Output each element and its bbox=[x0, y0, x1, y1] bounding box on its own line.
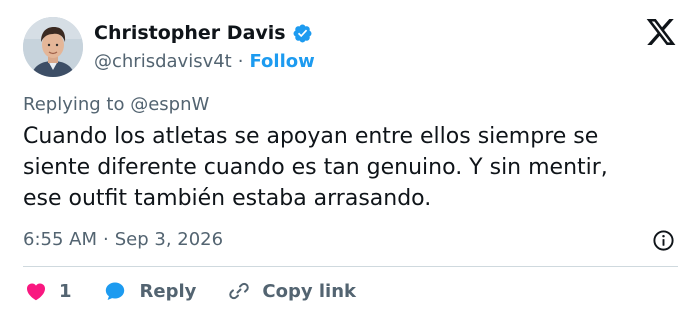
tweet-text: Cuando los atletas se apoyan entre ellos… bbox=[23, 121, 683, 214]
like-count: 1 bbox=[59, 280, 72, 302]
timestamp-row: 6:55 AM · Sep 3, 2026 bbox=[23, 227, 223, 253]
name-row: Christopher Davis bbox=[94, 20, 313, 46]
avatar-photo bbox=[23, 17, 83, 77]
replying-to: Replying to @espnW bbox=[23, 92, 209, 118]
avatar[interactable] bbox=[23, 17, 83, 77]
copy-link-label: Copy link bbox=[262, 280, 356, 302]
like-button[interactable]: 1 bbox=[23, 279, 72, 303]
x-logo-icon[interactable] bbox=[644, 16, 678, 48]
verified-badge-icon bbox=[293, 24, 312, 42]
follow-button[interactable]: Follow bbox=[249, 51, 314, 72]
reply-mention-link[interactable]: @espnW bbox=[130, 94, 209, 115]
tweet-text-line: Cuando los atletas se apoyan entre ellos… bbox=[23, 124, 599, 149]
copy-link-button[interactable]: Copy link bbox=[226, 279, 356, 303]
replying-prefix: Replying to bbox=[23, 94, 125, 115]
reply-button[interactable]: Reply bbox=[102, 279, 197, 303]
reply-label: Reply bbox=[139, 280, 197, 302]
tweet-card: Christopher Davis @chrisdavisv4t · Follo… bbox=[0, 0, 700, 318]
tweet-text-line: ese outfit también estaba arrasando. bbox=[23, 186, 432, 211]
tweet-time[interactable]: 6:55 AM bbox=[23, 227, 97, 253]
info-icon[interactable] bbox=[652, 229, 675, 252]
tweet-date[interactable]: Sep 3, 2026 bbox=[115, 227, 223, 253]
handle-separator: · bbox=[237, 50, 244, 72]
reply-bubble-icon bbox=[105, 282, 124, 300]
action-bar: 1 Reply Copy link bbox=[23, 276, 356, 306]
handle-row: @chrisdavisv4t · Follow bbox=[94, 48, 315, 74]
tweet-text-line: siente diferente cuando es tan genuino. … bbox=[23, 155, 608, 180]
link-icon bbox=[229, 282, 250, 300]
heart-icon bbox=[27, 283, 45, 301]
display-name[interactable]: Christopher Davis bbox=[94, 20, 286, 46]
divider bbox=[23, 266, 678, 267]
handle[interactable]: @chrisdavisv4t bbox=[94, 51, 232, 72]
timestamp-separator: · bbox=[103, 229, 109, 250]
